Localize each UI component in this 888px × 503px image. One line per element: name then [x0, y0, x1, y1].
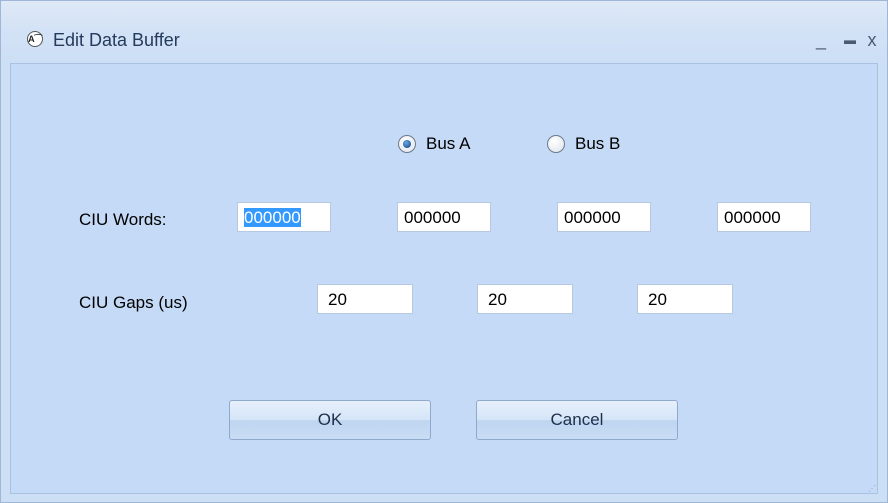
ciu-word-field-1[interactable]: 000000 — [237, 202, 331, 232]
ciu-gaps-label: CIU Gaps (us) — [79, 293, 188, 312]
dialog-window: A⁀ Edit Data Buffer _ ▬ x Bus A Bus B CI… — [0, 0, 888, 503]
radio-bus-a[interactable]: Bus A — [398, 134, 470, 154]
radio-bus-a-label: Bus A — [426, 134, 471, 153]
resize-grip-icon[interactable]: ⋰ — [868, 484, 876, 493]
minimize-button[interactable]: _ — [807, 29, 835, 51]
ciu-word-value-2: 000000 — [404, 208, 461, 227]
window-title: Edit Data Buffer — [53, 30, 180, 50]
cancel-button[interactable]: Cancel — [476, 400, 678, 440]
ciu-gap-value-1: 20 — [328, 290, 347, 309]
ciu-gap-field-3[interactable]: 20 — [637, 284, 733, 314]
close-button[interactable]: x — [858, 29, 886, 51]
ciu-gap-field-1[interactable]: 20 — [317, 284, 413, 314]
radio-bus-b[interactable]: Bus B — [547, 134, 620, 154]
minimize-icon: _ — [815, 30, 826, 50]
ciu-gap-value-3: 20 — [648, 290, 667, 309]
radio-bus-b-label: Bus B — [575, 134, 621, 153]
app-icon: A⁀ — [27, 31, 43, 47]
title-bar[interactable]: A⁀ Edit Data Buffer _ ▬ x — [1, 1, 887, 63]
ciu-word-value-3: 000000 — [564, 208, 621, 227]
ciu-word-field-2[interactable]: 000000 — [397, 202, 491, 232]
ciu-word-field-3[interactable]: 000000 — [557, 202, 651, 232]
dialog-body: Bus A Bus B CIU Words: 000000 000000 000… — [10, 63, 878, 494]
close-icon: x — [867, 30, 877, 50]
radio-unchecked-icon — [547, 135, 565, 153]
ciu-gap-value-2: 20 — [488, 290, 507, 309]
ciu-word-field-4[interactable]: 000000 — [717, 202, 811, 232]
maximize-icon: ▬ — [844, 33, 856, 47]
ok-button[interactable]: OK — [229, 400, 431, 440]
ciu-words-label: CIU Words: — [79, 210, 167, 229]
ciu-word-value-1: 000000 — [244, 208, 301, 227]
ciu-word-value-4: 000000 — [724, 208, 781, 227]
radio-checked-icon — [398, 135, 416, 153]
ciu-gap-field-2[interactable]: 20 — [477, 284, 573, 314]
